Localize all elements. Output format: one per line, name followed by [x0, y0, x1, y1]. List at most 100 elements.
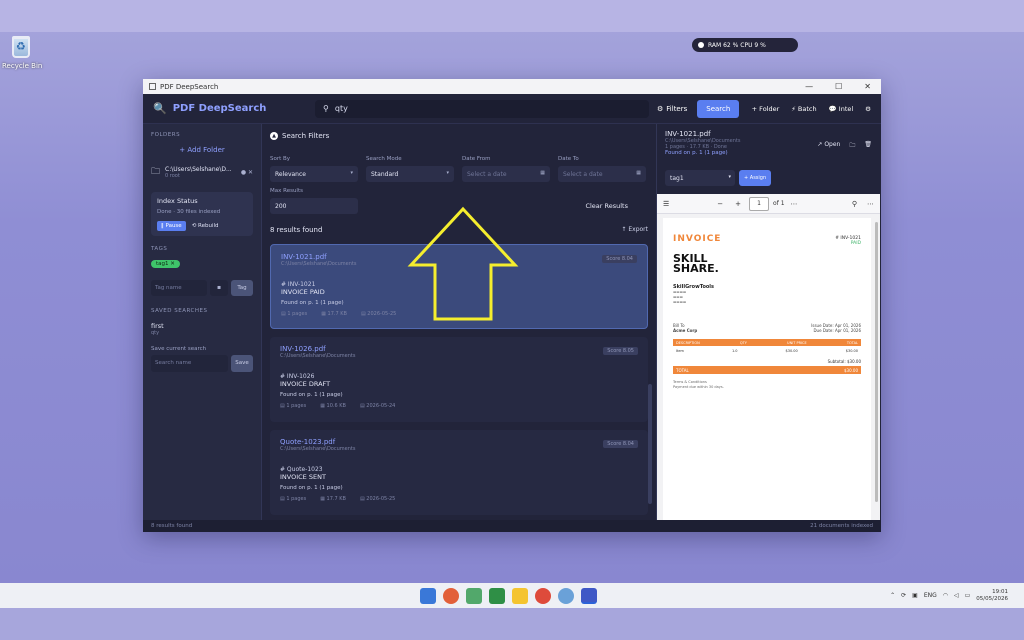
search-button[interactable]: Search	[697, 99, 740, 118]
close-button[interactable]: ✕	[864, 82, 871, 91]
results-scrollbar[interactable]	[648, 384, 652, 504]
sort-select[interactable]: Relevance ▾	[270, 166, 358, 182]
zoom-in-icon[interactable]: +	[735, 200, 741, 208]
result-pages: ▤ 1 pages	[280, 496, 307, 502]
mode-select[interactable]: Standard ▾	[366, 166, 454, 182]
folder-item[interactable]: 🗀 C:\Users\Selshane\D... 0 root ● ✕	[151, 164, 253, 180]
result-card[interactable]: Quote-1023.pdf C:\Users\Selshane\Documen…	[270, 430, 648, 515]
invoice-table-row: Item 1.0 $30.00 $30.00	[673, 346, 861, 355]
clock[interactable]: 19:01 05/05/2026	[976, 589, 1008, 603]
add-folder-button[interactable]: + Folder	[752, 105, 780, 113]
chevron-down-icon: ▾	[446, 170, 449, 176]
saved-search-item[interactable]: first qty	[151, 322, 253, 336]
edge-icon[interactable]	[558, 587, 574, 604]
rebuild-button[interactable]: ⟲ Rebuild	[192, 223, 219, 229]
maximize-button[interactable]: ☐	[835, 82, 842, 91]
search-input[interactable]: ⚲ qty	[315, 99, 649, 118]
pdf-scrollbar[interactable]	[875, 222, 878, 502]
find-icon[interactable]: ⚲	[852, 200, 857, 208]
invoice-total-bar: TOTAL $30.00	[673, 366, 861, 374]
filters-label: Filters	[666, 104, 688, 113]
tag-select[interactable]: tag1 ▾	[665, 170, 735, 186]
brand-name: PDF DeepSearch	[172, 103, 267, 114]
result-pages: ▤ 1 pages	[281, 311, 308, 317]
battery-icon[interactable]: ▭	[965, 592, 971, 599]
volume-icon[interactable]: ◁	[954, 592, 959, 599]
app-icon	[149, 83, 156, 90]
result-date: ▤ 2026-05-25	[360, 311, 397, 317]
open-button[interactable]: ↗ Open	[817, 141, 840, 151]
result-date: ▤ 2026-05-25	[359, 496, 396, 502]
chevron-down-icon: ▾	[350, 170, 353, 176]
results-count: 8 results found	[270, 226, 323, 234]
search-icon: ⚲	[323, 104, 329, 113]
batch-button[interactable]: ⚡ Batch	[791, 105, 816, 113]
recycle-bin-shortcut[interactable]: Recycle Bin	[2, 36, 42, 70]
export-button[interactable]: ↑ Export	[621, 226, 648, 234]
file-explorer-icon[interactable]	[512, 587, 528, 604]
dropbox-icon[interactable]: ▣	[912, 592, 918, 599]
pause-button[interactable]: ‖ Pause	[157, 221, 186, 231]
chevron-up-icon: ▲	[270, 132, 278, 140]
pdf-deepsearch-taskbar-icon[interactable]	[581, 587, 597, 604]
folder-menu-icon[interactable]: ● ✕	[241, 169, 253, 176]
wifi-icon[interactable]: ◠	[943, 592, 948, 599]
page-number-input[interactable]: 1	[749, 196, 770, 211]
mode-value: Standard	[371, 171, 399, 178]
start-icon[interactable]	[420, 587, 436, 604]
sidebar: FOLDERS + Add Folder 🗀 C:\Users\Selshane…	[143, 124, 262, 520]
add-tag-button[interactable]: Tag	[231, 280, 253, 296]
more-icon[interactable]: ⋯	[791, 200, 798, 208]
notepad-icon[interactable]	[466, 587, 482, 604]
intel-button[interactable]: 💬 Intel	[829, 105, 854, 113]
search-name-input[interactable]: Search name	[151, 355, 228, 372]
pdf-page: INVOICE # INV-1021 PAID SKILL SHARE. Ski…	[663, 218, 871, 520]
chrome-icon[interactable]	[535, 587, 551, 604]
mode-label: Search Mode	[366, 156, 402, 162]
date-to-placeholder: Select a date	[563, 171, 603, 178]
tag-chip[interactable]: tag1 ✕	[151, 260, 180, 268]
sync-icon[interactable]: ⟳	[901, 592, 906, 599]
result-card[interactable]: INV-1026.pdf C:\Users\Selshane\Documents…	[270, 337, 648, 422]
max-results-input[interactable]: 200	[270, 198, 358, 214]
index-status-panel: Index Status Done · 30 files indexed ‖ P…	[151, 192, 253, 236]
folder-icon: 🗀	[151, 167, 161, 177]
date-from-input[interactable]: Select a date ▦	[462, 166, 550, 182]
minimize-button[interactable]: —	[805, 82, 813, 91]
preview-file-name: INV-1021.pdf	[665, 130, 711, 138]
menu-icon[interactable]: ⋯	[867, 200, 874, 208]
toc-icon[interactable]: ☰	[663, 200, 669, 208]
save-search-button[interactable]: Save	[231, 355, 253, 372]
sidebar-add-folder-button[interactable]: + Add Folder	[151, 146, 253, 154]
sliders-icon: ⚙	[657, 104, 664, 113]
tag-color-picker[interactable]: ▪	[210, 280, 228, 296]
sort-value: Relevance	[275, 171, 306, 178]
magnifier-logo-icon: 🔍	[153, 102, 167, 115]
assign-tag-button[interactable]: + Assign	[739, 170, 772, 186]
tag-name-input[interactable]: Tag name	[151, 280, 207, 296]
language-indicator[interactable]: ENG	[924, 592, 937, 599]
result-found: Found on p. 1 (1 page)	[280, 485, 343, 491]
taskbar: ⌃ ⟳ ▣ ENG ◠ ◁ ▭ 19:01 05/05/2026	[0, 583, 1024, 608]
firefox-icon[interactable]	[443, 587, 459, 604]
window-title: PDF DeepSearch	[160, 82, 219, 91]
search-filters-toggle[interactable]: ▲ Search Filters	[270, 132, 648, 140]
date-to-input[interactable]: Select a date ▦	[558, 166, 646, 182]
monitor-icon	[698, 42, 704, 48]
result-score: Score 8.05	[603, 347, 638, 355]
chevron-up-icon[interactable]: ⌃	[890, 592, 895, 599]
tags-heading: TAGS	[151, 246, 168, 252]
zoom-out-icon[interactable]: −	[717, 200, 723, 208]
performance-widget[interactable]: RAM 62 % CPU 9 %	[692, 38, 798, 52]
result-name: Quote-1023.pdf	[280, 438, 336, 446]
status-right: 21 documents indexed	[810, 523, 873, 529]
trash-icon[interactable]: 🗑	[864, 141, 872, 151]
folder-path: C:\Users\Selshane\D...	[165, 165, 232, 173]
open-folder-icon[interactable]: 🗀	[849, 141, 855, 151]
excel-icon[interactable]	[489, 587, 505, 604]
clear-results-button[interactable]: Clear Results	[585, 202, 628, 210]
bill-to-client: Acme Corp	[673, 328, 698, 333]
row-total: $30.00	[845, 348, 858, 353]
filters-button[interactable]: ⚙ Filters	[657, 105, 687, 113]
settings-gear-icon[interactable]: ⚙	[865, 105, 871, 113]
